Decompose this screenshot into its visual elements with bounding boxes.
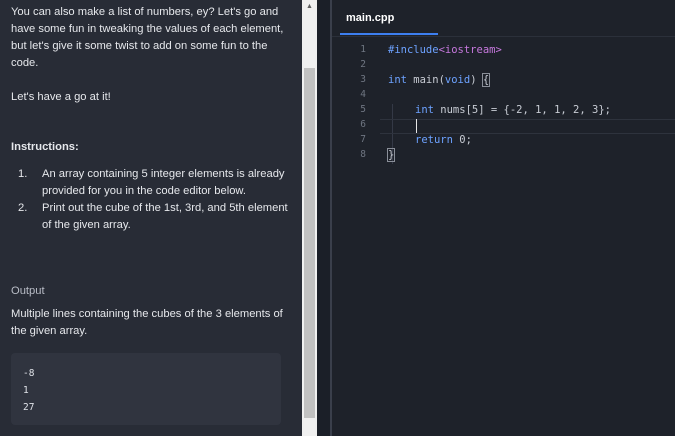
matched-brace: } [386, 148, 396, 162]
tab-main-cpp[interactable]: main.cpp [340, 7, 438, 35]
panel-gutter [317, 0, 331, 436]
code-line[interactable]: 3 int main(void) { [332, 73, 675, 89]
output-line: -8 [23, 368, 35, 379]
output-line: 1 [23, 385, 29, 396]
code-line[interactable]: 2 [332, 59, 675, 74]
intro-text: You can also make a list of numbers, ey?… [11, 6, 284, 69]
output-heading: Output [11, 285, 45, 297]
code-line[interactable]: 8 } [332, 148, 675, 164]
line-code[interactable]: return 0; [415, 134, 472, 146]
line-number: 7 [360, 134, 366, 145]
active-line-highlight [380, 119, 675, 134]
line-number: 3 [360, 74, 366, 85]
instructions-heading: Instructions: [11, 141, 79, 153]
code-line-active[interactable]: 6 [332, 119, 675, 134]
list-item: 1. An array containing 5 integer element… [18, 166, 290, 200]
code-line[interactable]: 7 return 0; [332, 134, 675, 149]
line-code[interactable]: int nums[5] = {-2, 1, 1, 2, 3}; [415, 104, 611, 116]
output-line: 27 [23, 402, 35, 413]
editor-tab-bar: main.cpp [332, 0, 675, 37]
code-line[interactable]: 1 #include<iostream> [332, 44, 675, 59]
list-item-number: 1. [18, 168, 28, 180]
code-editor[interactable]: main.cpp 1 #include<iostream> 2 3 int ma… [332, 0, 675, 436]
line-number: 1 [360, 44, 366, 55]
list-item-text: An array containing 5 integer elements i… [42, 168, 285, 197]
output-description: Multiple lines containing the cubes of t… [11, 308, 283, 337]
line-number: 8 [360, 149, 366, 160]
list-item-text: Print out the cube of the 1st, 3rd, and … [42, 202, 288, 231]
line-code[interactable]: #include<iostream> [388, 44, 502, 56]
code-line[interactable]: 5 int nums[5] = {-2, 1, 1, 2, 3}; [332, 104, 675, 119]
expected-output-box: -8 1 27 [11, 353, 281, 425]
list-item: 2. Print out the cube of the 1st, 3rd, a… [18, 200, 290, 234]
code-line[interactable]: 4 [332, 89, 675, 104]
line-code[interactable]: } [386, 148, 396, 162]
instructions-scrollbar[interactable]: ▲ [302, 0, 317, 436]
line-number: 2 [360, 59, 366, 70]
line-number: 6 [360, 119, 366, 130]
scrollbar-thumb[interactable] [304, 68, 315, 418]
scroll-up-arrow-icon[interactable]: ▲ [302, 3, 317, 10]
text-cursor [416, 119, 417, 133]
line-number: 4 [360, 89, 366, 100]
list-item-number: 2. [18, 202, 28, 214]
go-text: Let's have a go at it! [11, 91, 111, 103]
matched-brace: { [481, 73, 491, 87]
instructions-panel: You can also make a list of numbers, ey?… [0, 0, 302, 436]
instructions-list: 1. An array containing 5 integer element… [18, 166, 290, 234]
line-code[interactable]: int main(void) { [388, 73, 491, 87]
line-number: 5 [360, 104, 366, 115]
